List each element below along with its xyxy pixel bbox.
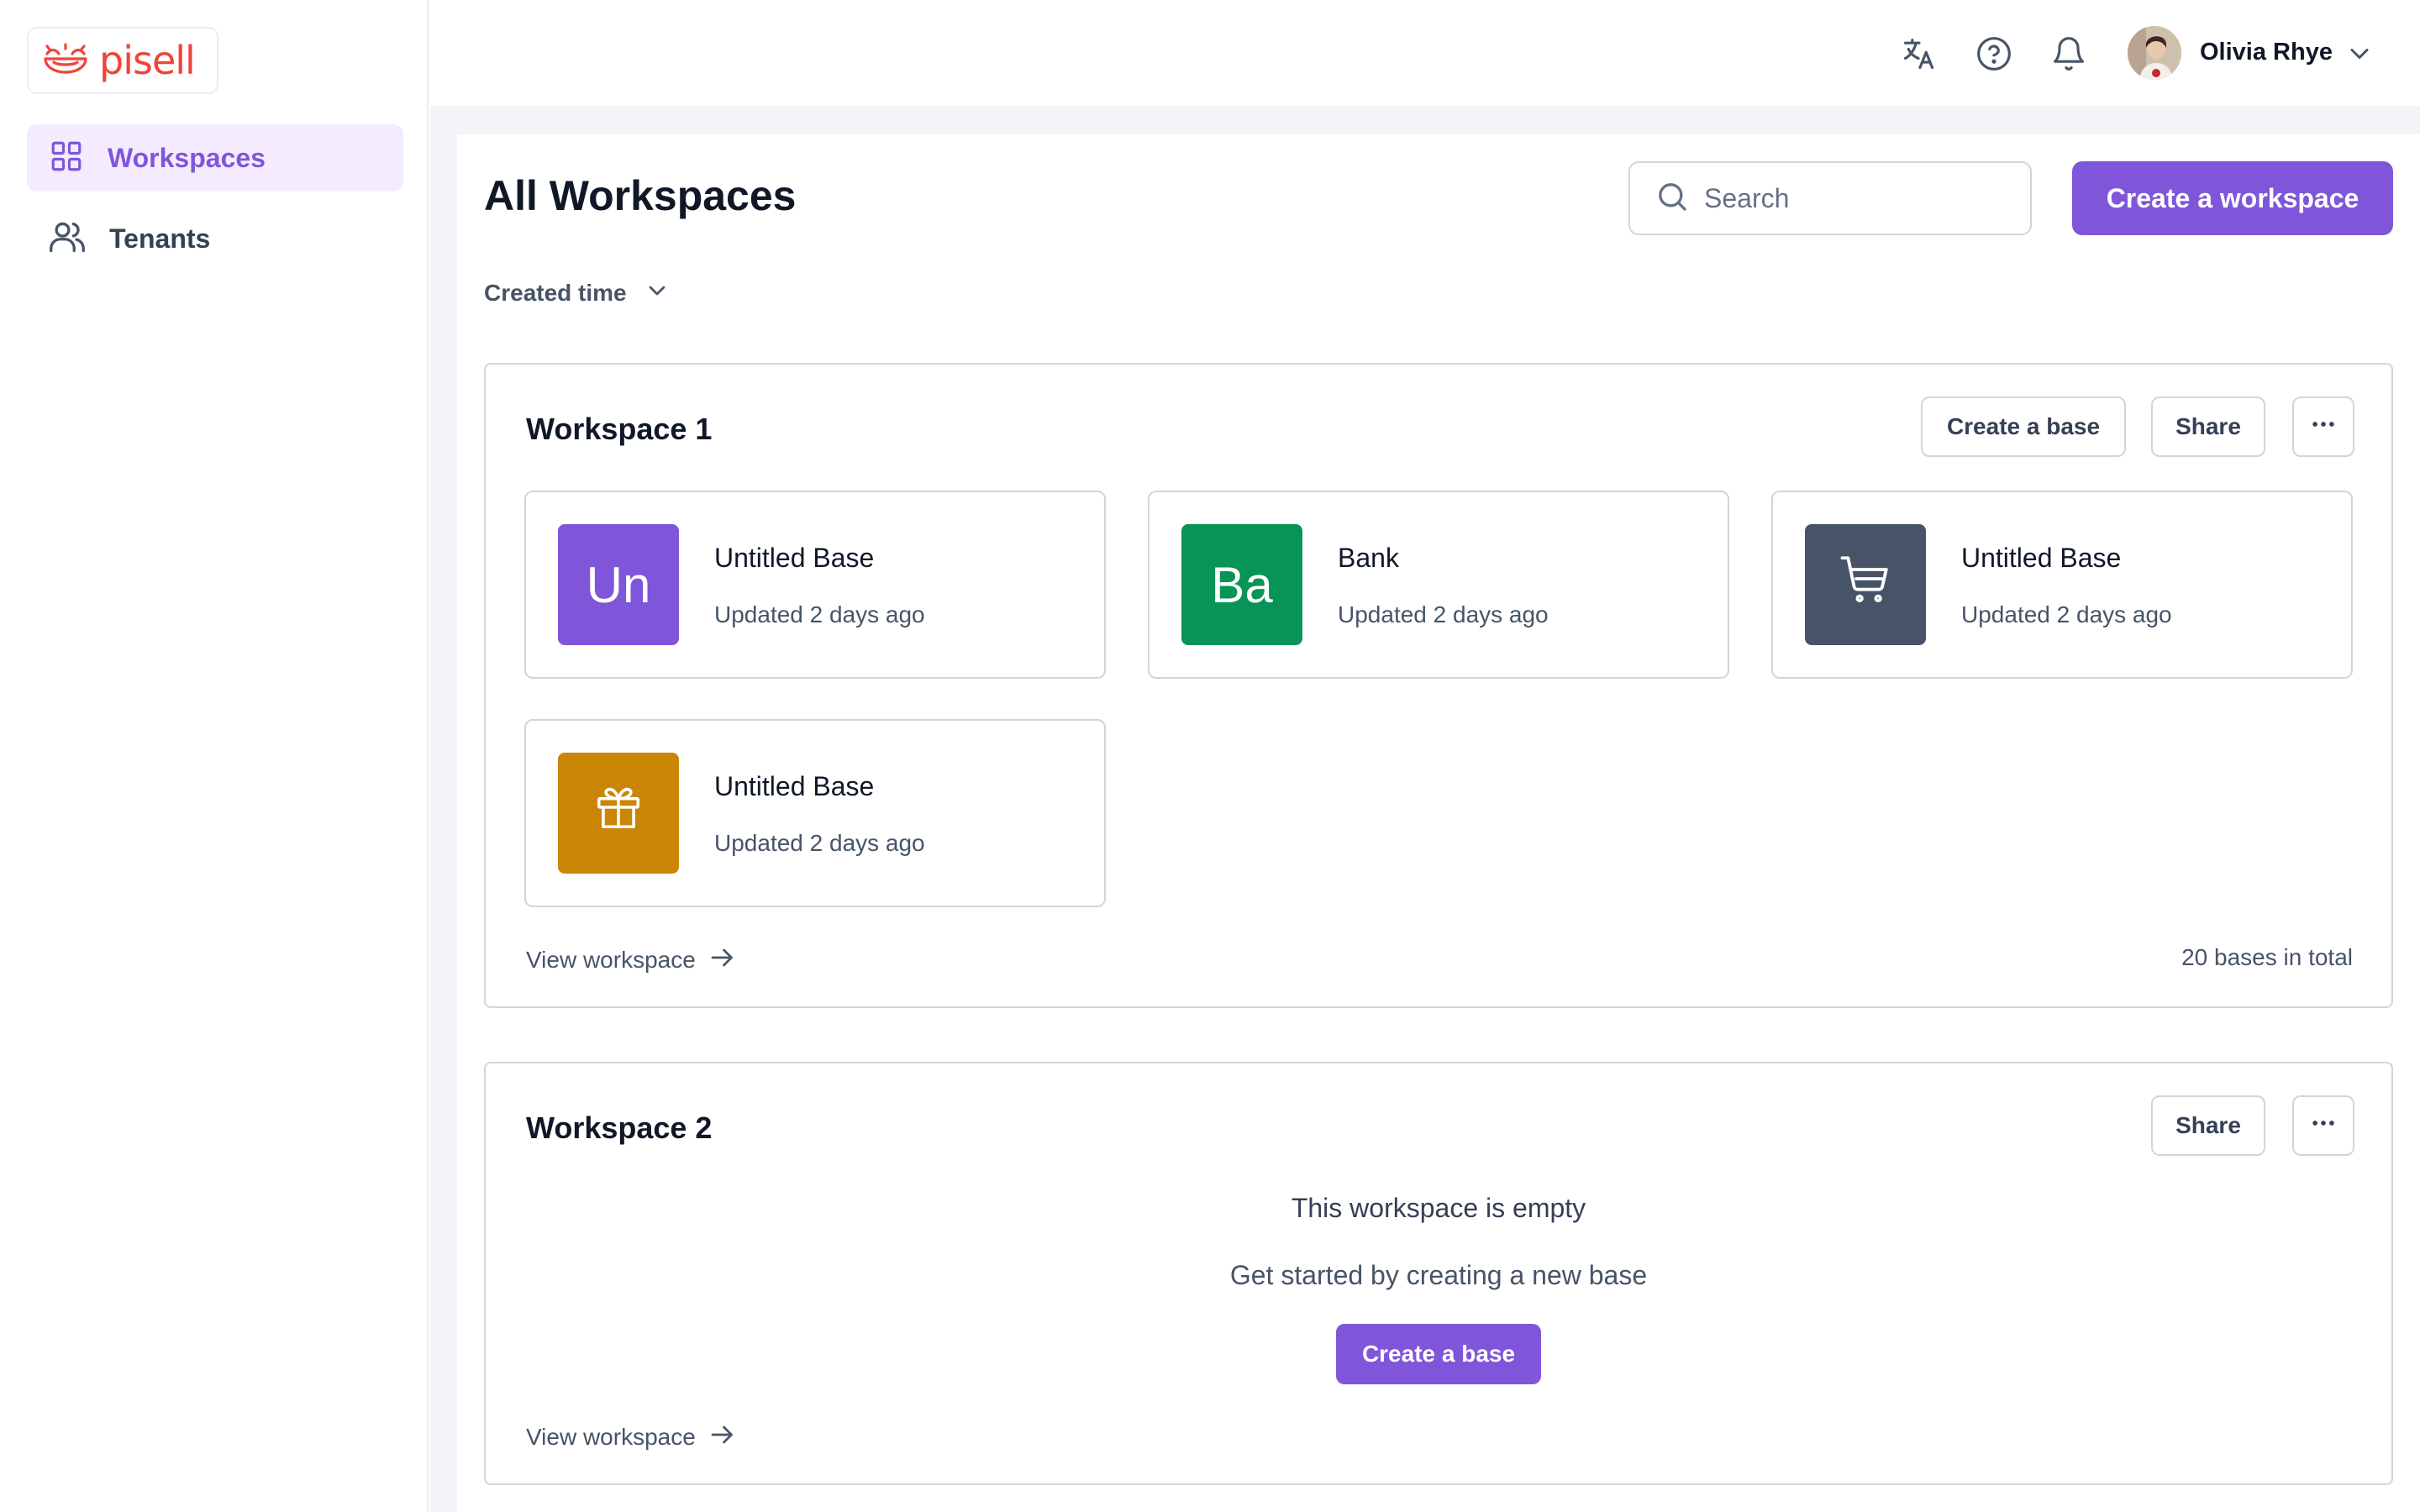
search-icon [1655, 180, 1689, 218]
arrow-right-icon [708, 942, 738, 977]
create-base-button[interactable]: Create a base [1921, 396, 2126, 457]
share-button[interactable]: Share [2151, 1095, 2265, 1156]
more-horizontal-icon [2309, 410, 2338, 444]
top-bar [430, 0, 2420, 106]
share-button[interactable]: Share [2151, 396, 2265, 457]
empty-state-subtitle: Get started by creating a new base [1229, 1260, 1648, 1290]
view-workspace-label: View workspace [526, 1423, 696, 1450]
chevron-down-icon [644, 277, 671, 308]
smile-logo-icon [42, 42, 89, 80]
base-updated: Updated 2 days ago [714, 830, 925, 856]
chevron-down-icon[interactable] [2344, 39, 2375, 69]
base-tile: Ba [1181, 524, 1302, 645]
page-title: All Workspaces [484, 172, 797, 219]
gift-icon [592, 781, 644, 845]
sidebar-item-label: Workspaces [108, 142, 266, 173]
base-name: Untitled Base [714, 771, 875, 801]
more-options-button[interactable] [2292, 396, 2354, 457]
create-base-button[interactable]: Create a base [1336, 1324, 1541, 1384]
empty-state-title: This workspace is empty [1291, 1193, 1586, 1223]
workspace-card: Workspace 2 Share This workspace is empt… [484, 1062, 2393, 1485]
workspace-title: Workspace 1 [526, 412, 713, 446]
search-input[interactable] [1704, 182, 2007, 214]
translate-icon[interactable] [1897, 32, 1941, 76]
base-tile [1805, 524, 1926, 645]
arrow-right-icon [708, 1420, 738, 1454]
view-workspace-link[interactable]: View workspace [526, 1420, 738, 1454]
brand-name: pisell [99, 38, 196, 83]
users-icon [49, 218, 86, 260]
base-card[interactable]: Untitled Base Updated 2 days ago [524, 719, 1106, 907]
view-workspace-label: View workspace [526, 946, 696, 973]
workspace-card: Workspace 1 Create a base Share Un Untit… [484, 363, 2393, 1008]
sort-dropdown[interactable]: Created time [484, 277, 671, 308]
sidebar-item-tenants[interactable]: Tenants [27, 205, 403, 272]
sidebar-item-label: Tenants [109, 223, 211, 254]
search-field[interactable] [1628, 161, 2032, 235]
sidebar-item-workspaces[interactable]: Workspaces [27, 124, 403, 192]
base-name: Untitled Base [714, 543, 875, 573]
user-avatar[interactable] [2128, 26, 2181, 80]
base-updated: Updated 2 days ago [1338, 601, 1549, 627]
workspace-title: Workspace 2 [526, 1110, 713, 1145]
help-circle-icon[interactable] [1972, 32, 2016, 76]
base-name: Untitled Base [1961, 543, 2122, 573]
more-options-button[interactable] [2292, 1095, 2354, 1156]
sidebar: pisell Workspaces Tenants [0, 0, 429, 1512]
base-name: Bank [1338, 543, 1399, 573]
base-card[interactable]: Un Untitled Base Updated 2 days ago [524, 491, 1106, 679]
user-name[interactable]: Olivia Rhye [2200, 39, 2333, 66]
view-workspace-link[interactable]: View workspace [526, 942, 738, 977]
sort-label: Created time [484, 279, 627, 306]
base-card[interactable]: Untitled Base Updated 2 days ago [1771, 491, 2353, 679]
base-tile [558, 753, 679, 874]
bell-icon[interactable] [2047, 32, 2091, 76]
grid-icon [49, 139, 84, 178]
create-workspace-button[interactable]: Create a workspace [2072, 161, 2393, 235]
brand-logo[interactable]: pisell [27, 27, 218, 94]
base-updated: Updated 2 days ago [714, 601, 925, 627]
base-card[interactable]: Ba Bank Updated 2 days ago [1148, 491, 1729, 679]
shopping-cart-icon [1838, 551, 1893, 618]
base-tile: Un [558, 524, 679, 645]
bases-total-count: 20 bases in total [2181, 944, 2353, 970]
base-updated: Updated 2 days ago [1961, 601, 2172, 627]
more-horizontal-icon [2309, 1109, 2338, 1143]
